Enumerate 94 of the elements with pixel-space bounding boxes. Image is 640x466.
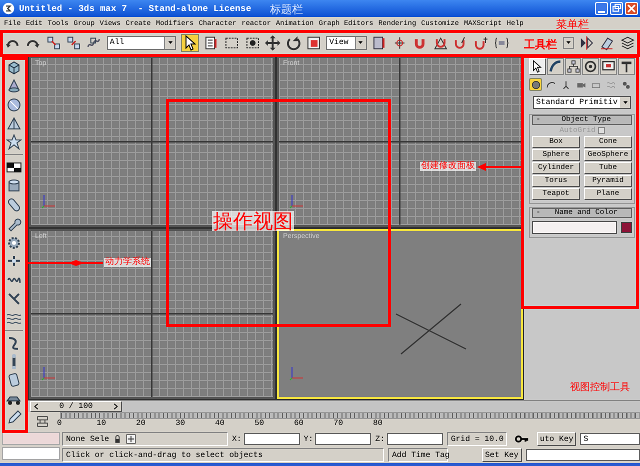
gear-icon[interactable] <box>6 234 22 250</box>
command-panel-tab[interactable] <box>582 58 600 75</box>
tube-icon[interactable] <box>6 372 22 388</box>
track-bar-icon[interactable] <box>36 414 49 428</box>
transform-mode-icon[interactable] <box>126 434 136 444</box>
space-warps-icon <box>606 80 616 90</box>
lights-icon <box>560 80 570 90</box>
select-tool-button[interactable] <box>181 34 200 52</box>
object-name-field[interactable] <box>532 221 617 234</box>
dropdown-arrow-icon <box>565 39 572 46</box>
selection-filter-dropdown[interactable]: All <box>106 36 176 50</box>
curve-icon <box>548 60 562 73</box>
command-panel-tab[interactable] <box>546 58 564 75</box>
grid-size-display: Grid = 10.0 <box>446 432 507 446</box>
script-listener-field[interactable] <box>2 447 60 460</box>
key-filter-field[interactable] <box>526 449 640 461</box>
annotation-label: 标题栏 <box>270 2 303 17</box>
axis-tripod-icon <box>41 365 57 381</box>
time-slider-thumb[interactable]: 0 / 100 <box>30 401 122 412</box>
move-icon[interactable] <box>265 34 280 50</box>
annotation-arrow <box>477 162 522 172</box>
systems-icon <box>620 80 630 90</box>
track-bar[interactable] <box>60 412 640 419</box>
reference-coordinate-dropdown[interactable]: View <box>326 36 367 50</box>
window-title: Untitled - 3ds max 7 - Stand-alone License <box>19 4 252 14</box>
manipulate-icon[interactable] <box>392 34 408 50</box>
restore-button[interactable] <box>610 2 623 15</box>
close-button[interactable] <box>625 2 638 15</box>
named-selection-dropdown[interactable] <box>563 36 574 48</box>
layers-icon[interactable] <box>620 34 636 50</box>
window-crossing-icon[interactable] <box>244 34 260 50</box>
prompt-text: Click or click-and-drag to select objects <box>62 448 384 462</box>
app-logo-icon <box>2 2 15 15</box>
cylinder-icon[interactable] <box>6 178 22 194</box>
scale-icon[interactable] <box>306 34 322 50</box>
lock-icon[interactable] <box>113 434 122 444</box>
sphere-icon[interactable] <box>6 96 22 113</box>
dropdown-arrow-icon <box>622 99 628 106</box>
star-icon[interactable] <box>6 134 22 150</box>
cursor-icon <box>530 60 544 73</box>
annotation-label: 动力学系统 <box>104 258 151 267</box>
z-coordinate-field[interactable] <box>386 433 443 445</box>
axis-tripod-icon <box>41 192 57 208</box>
spinner-snap-icon[interactable] <box>473 34 489 50</box>
axis-tripod-icon <box>289 365 305 381</box>
set-key-button[interactable]: Set Key <box>482 448 522 462</box>
color-swatch[interactable] <box>621 222 632 233</box>
y-coordinate-field[interactable] <box>315 433 372 445</box>
pivot-icon[interactable] <box>372 34 388 50</box>
auto-key-button[interactable]: uto Key <box>536 432 576 446</box>
x-coordinate-field[interactable] <box>244 433 300 445</box>
select-by-name-icon[interactable] <box>204 34 220 50</box>
command-panel-tab[interactable] <box>600 58 618 75</box>
cube-icon[interactable] <box>6 59 22 75</box>
annotation-label: 创建修改面板 <box>420 162 476 171</box>
key-mode-field[interactable]: S <box>580 433 640 445</box>
minimize-button[interactable] <box>595 2 608 15</box>
rotate-icon[interactable] <box>286 34 301 50</box>
annotation-label: 视图控制工具 <box>570 380 630 394</box>
annotation-label: 操作视图 <box>212 211 294 231</box>
category-dropdown[interactable]: Standard Primitiv <box>533 96 631 109</box>
minimize-icon <box>598 10 605 12</box>
pen-icon[interactable] <box>6 410 22 426</box>
link-icon[interactable] <box>46 34 62 50</box>
angle-snap-icon[interactable] <box>432 34 448 50</box>
unlink-icon[interactable] <box>66 34 82 50</box>
monitor-icon <box>602 60 616 73</box>
x-coordinate-label: X: <box>232 434 242 444</box>
command-panel-tab[interactable] <box>564 58 582 75</box>
restore-icon <box>611 3 622 14</box>
category-button[interactable] <box>529 78 542 91</box>
hammer-icon <box>620 60 634 73</box>
dropdown-arrow-icon <box>166 39 174 46</box>
status-panel <box>2 432 60 445</box>
sphere-icon <box>530 80 540 90</box>
annotation-label: 工具栏 <box>524 37 557 52</box>
mirror-icon[interactable] <box>579 34 594 50</box>
hierarchy-icon <box>566 60 580 73</box>
add-time-tag-button[interactable]: Add Time Tag <box>388 448 448 462</box>
shapes-icon <box>546 80 556 90</box>
annotation-label: 菜单栏 <box>556 17 589 32</box>
selection-status: None Sele <box>66 434 110 444</box>
z-coordinate-label: Z: <box>375 434 385 444</box>
pyramid-icon[interactable] <box>6 116 22 132</box>
axis-tripod-icon <box>289 192 305 208</box>
target-icon <box>584 60 598 73</box>
dropdown-arrow-icon <box>357 39 364 46</box>
command-panel-tab[interactable] <box>618 58 635 75</box>
close-icon <box>626 3 637 14</box>
selection-rectangle-icon[interactable] <box>224 34 240 50</box>
align-icon[interactable] <box>599 34 615 50</box>
frame-number: 80 <box>373 419 384 428</box>
cone-icon[interactable] <box>6 78 22 94</box>
y-coordinate-label: Y: <box>304 434 314 444</box>
